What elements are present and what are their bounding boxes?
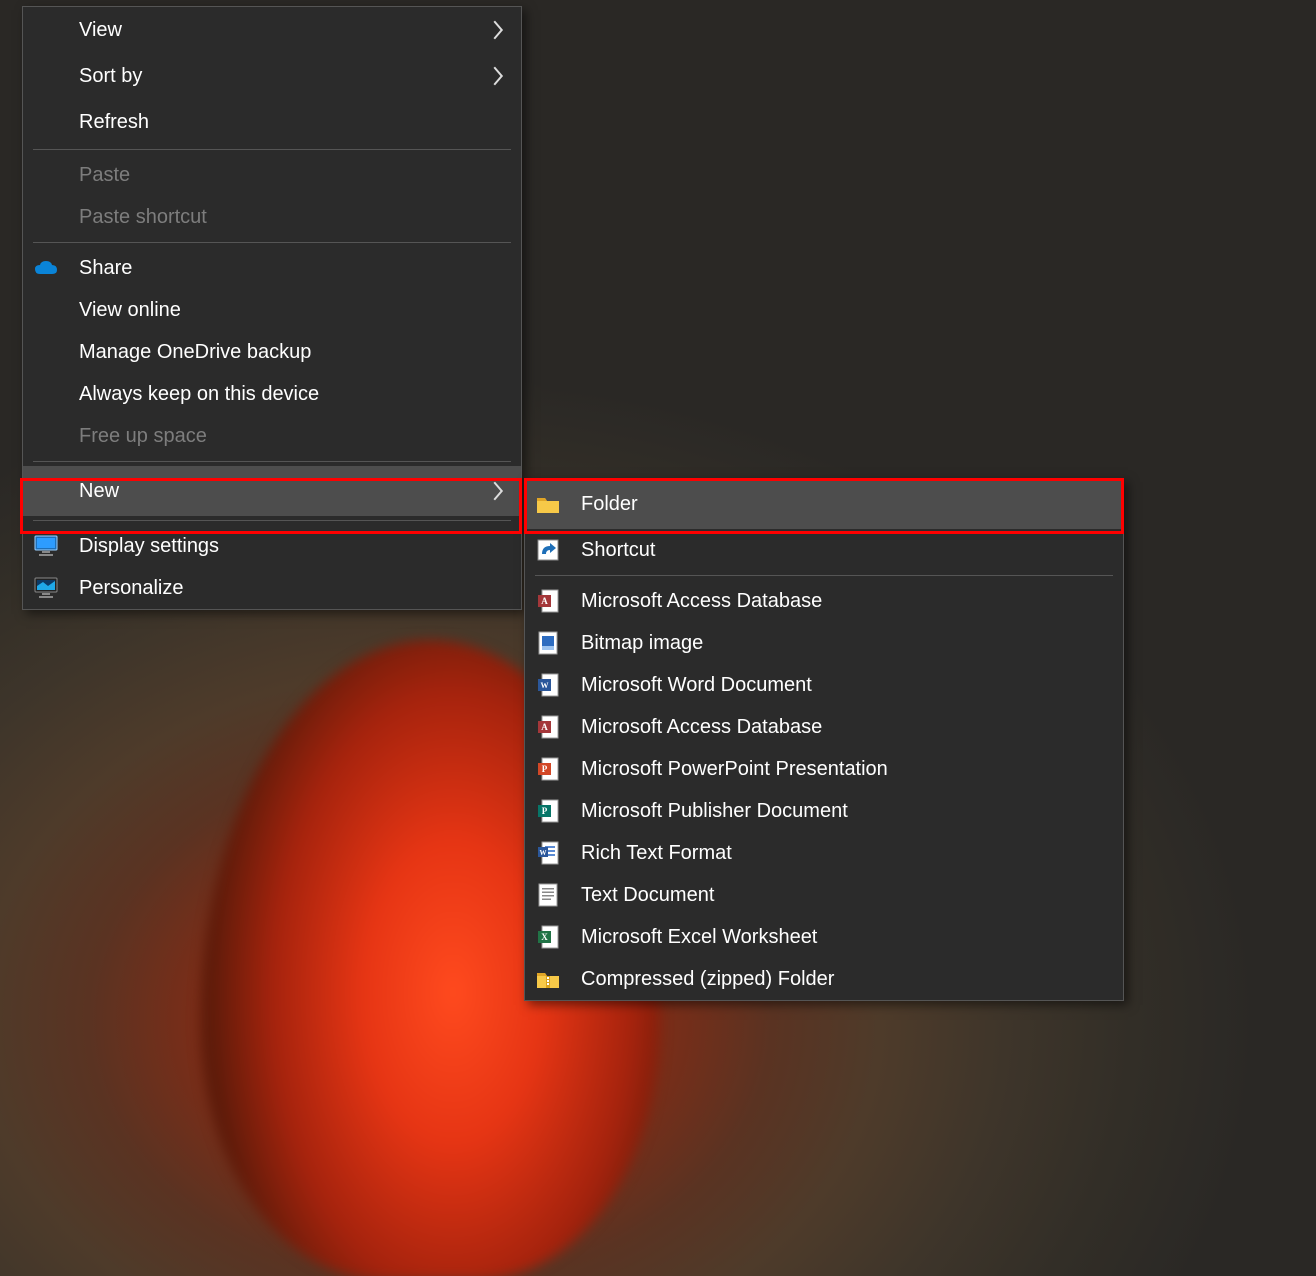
menu-separator: [535, 575, 1113, 576]
submenu-excel[interactable]: X Microsoft Excel Worksheet: [525, 916, 1123, 958]
submenu-label: Microsoft Publisher Document: [581, 800, 1109, 823]
chevron-right-icon: [491, 20, 507, 40]
submenu-label: Microsoft PowerPoint Presentation: [581, 758, 1109, 781]
blank-icon: [33, 381, 59, 407]
submenu-label: Microsoft Access Database: [581, 590, 1109, 613]
menu-label: Manage OneDrive backup: [79, 341, 507, 364]
menu-separator: [33, 461, 511, 462]
display-icon: [33, 533, 59, 559]
submenu-publisher[interactable]: P Microsoft Publisher Document: [525, 790, 1123, 832]
personalize-icon: [33, 575, 59, 601]
word-icon: W: [535, 672, 561, 698]
blank-icon: [33, 423, 59, 449]
access-icon: A: [535, 714, 561, 740]
svg-text:A: A: [541, 596, 548, 606]
menu-label: Share: [79, 257, 507, 280]
submenu-rtf[interactable]: W Rich Text Format: [525, 832, 1123, 874]
powerpoint-icon: P: [535, 756, 561, 782]
blank-icon: [33, 204, 59, 230]
new-submenu: Folder Shortcut A Microsoft Access Datab…: [524, 478, 1124, 1001]
zip-icon: [535, 966, 561, 992]
submenu-access2[interactable]: A Microsoft Access Database: [525, 706, 1123, 748]
submenu-label: Text Document: [581, 884, 1109, 907]
submenu-access[interactable]: A Microsoft Access Database: [525, 580, 1123, 622]
menu-label: Paste shortcut: [79, 206, 507, 229]
blank-icon: [33, 162, 59, 188]
menu-label: Paste: [79, 164, 507, 187]
blank-icon: [33, 17, 59, 43]
menu-always-keep-on-device[interactable]: Always keep on this device: [23, 373, 521, 415]
svg-text:P: P: [542, 764, 548, 774]
blank-icon: [33, 109, 59, 135]
desktop-wallpaper[interactable]: View Sort by Refresh Paste Paste shortcu…: [0, 0, 1316, 1276]
chevron-right-icon: [491, 481, 507, 501]
menu-label: Personalize: [79, 577, 507, 600]
submenu-label: Bitmap image: [581, 632, 1109, 655]
menu-label: Sort by: [79, 65, 491, 88]
onedrive-icon: [33, 255, 59, 281]
submenu-label: Microsoft Access Database: [581, 716, 1109, 739]
submenu-label: Folder: [581, 493, 1109, 516]
menu-personalize[interactable]: Personalize: [23, 567, 521, 609]
shortcut-icon: [535, 537, 561, 563]
submenu-label: Microsoft Excel Worksheet: [581, 926, 1109, 949]
menu-separator: [33, 242, 511, 243]
folder-icon: [535, 491, 561, 517]
menu-paste: Paste: [23, 154, 521, 196]
blank-icon: [33, 339, 59, 365]
blank-icon: [33, 63, 59, 89]
menu-manage-onedrive-backup[interactable]: Manage OneDrive backup: [23, 331, 521, 373]
svg-text:P: P: [542, 806, 548, 816]
submenu-label: Shortcut: [581, 539, 1109, 562]
menu-display-settings[interactable]: Display settings: [23, 525, 521, 567]
menu-refresh[interactable]: Refresh: [23, 99, 521, 145]
menu-free-up-space: Free up space: [23, 415, 521, 457]
menu-sort-by[interactable]: Sort by: [23, 53, 521, 99]
blank-icon: [33, 297, 59, 323]
svg-text:A: A: [541, 722, 548, 732]
menu-separator: [33, 149, 511, 150]
desktop-context-menu: View Sort by Refresh Paste Paste shortcu…: [22, 6, 522, 610]
menu-label: Always keep on this device: [79, 383, 507, 406]
menu-label: Free up space: [79, 425, 507, 448]
submenu-label: Rich Text Format: [581, 842, 1109, 865]
menu-label: View online: [79, 299, 507, 322]
menu-paste-shortcut: Paste shortcut: [23, 196, 521, 238]
excel-icon: X: [535, 924, 561, 950]
submenu-powerpoint[interactable]: P Microsoft PowerPoint Presentation: [525, 748, 1123, 790]
menu-label: View: [79, 19, 491, 42]
menu-label: Refresh: [79, 111, 507, 134]
submenu-label: Compressed (zipped) Folder: [581, 968, 1109, 991]
submenu-label: Microsoft Word Document: [581, 674, 1109, 697]
menu-label: Display settings: [79, 535, 507, 558]
menu-share[interactable]: Share: [23, 247, 521, 289]
menu-separator: [33, 520, 511, 521]
submenu-bitmap[interactable]: Bitmap image: [525, 622, 1123, 664]
svg-text:W: W: [541, 681, 549, 690]
rtf-icon: W: [535, 840, 561, 866]
submenu-word[interactable]: W Microsoft Word Document: [525, 664, 1123, 706]
submenu-zip[interactable]: Compressed (zipped) Folder: [525, 958, 1123, 1000]
svg-text:W: W: [540, 849, 547, 857]
submenu-folder[interactable]: Folder: [525, 479, 1123, 529]
menu-new[interactable]: New: [23, 466, 521, 516]
publisher-icon: P: [535, 798, 561, 824]
menu-label: New: [79, 480, 491, 503]
blank-icon: [33, 478, 59, 504]
bitmap-icon: [535, 630, 561, 656]
text-icon: [535, 882, 561, 908]
submenu-shortcut[interactable]: Shortcut: [525, 529, 1123, 571]
menu-view[interactable]: View: [23, 7, 521, 53]
submenu-text[interactable]: Text Document: [525, 874, 1123, 916]
svg-text:X: X: [541, 932, 548, 942]
chevron-right-icon: [491, 66, 507, 86]
menu-view-online[interactable]: View online: [23, 289, 521, 331]
access-icon: A: [535, 588, 561, 614]
